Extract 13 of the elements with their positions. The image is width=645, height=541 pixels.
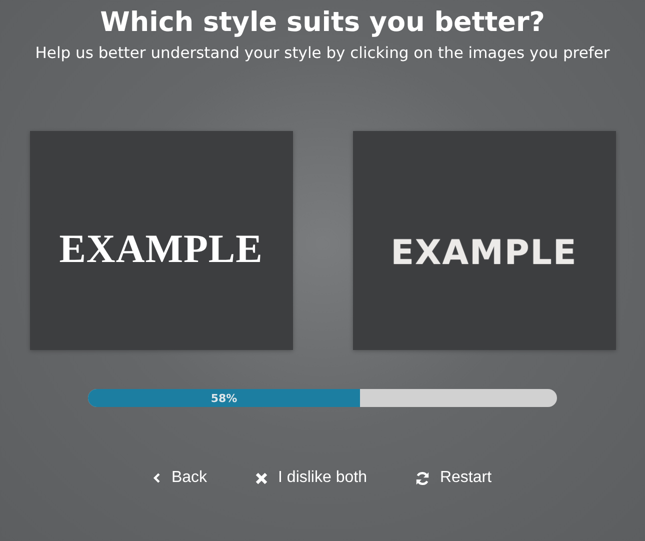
dislike-button[interactable]: I dislike both	[251, 467, 371, 489]
restart-button[interactable]: Restart	[410, 467, 496, 489]
font-sample: EXAMPLE	[59, 224, 263, 272]
style-option-card[interactable]: EXAMPLE	[30, 131, 292, 350]
font-sample: EXAMPLE	[390, 233, 578, 273]
refresh-icon	[414, 470, 430, 486]
back-button[interactable]: Back	[149, 467, 212, 489]
page-title: Which style suits you better?	[100, 6, 545, 40]
chevron-left-icon	[153, 472, 162, 484]
close-icon	[255, 472, 268, 484]
progress-label: 58%	[210, 392, 238, 404]
style-option-card[interactable]: EXAMPLE	[352, 131, 616, 350]
page-subtitle: Help us better understand your style by clicking on the images you prefer	[35, 43, 610, 64]
